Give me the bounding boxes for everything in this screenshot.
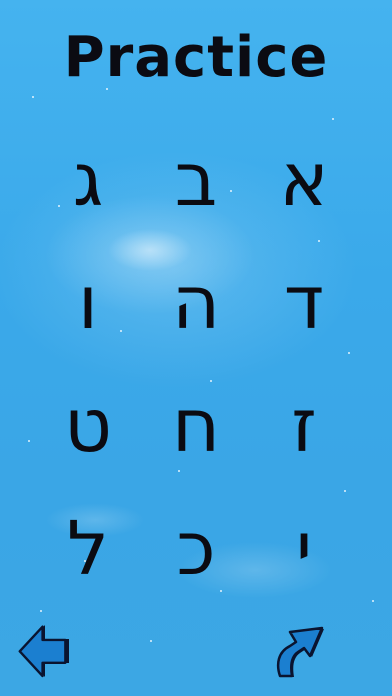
letter-tile-bet[interactable]: ב (142, 118, 250, 241)
letter-tile-dalet[interactable]: ד (250, 241, 358, 364)
letter-tile-gimel[interactable]: ג (34, 118, 142, 241)
letter-tile-he[interactable]: ה (142, 241, 250, 364)
back-button[interactable] (15, 620, 71, 680)
curved-forward-arrow-icon (276, 626, 324, 678)
forward-button[interactable] (270, 620, 326, 680)
letter-tile-vav[interactable]: ו (34, 241, 142, 364)
left-arrow-icon (18, 625, 69, 678)
letter-tile-lamed[interactable]: ל (34, 487, 142, 610)
letter-tile-kaf[interactable]: כ (142, 487, 250, 610)
letter-tile-alef[interactable]: א (250, 118, 358, 241)
letter-tile-zayin[interactable]: ז (250, 364, 358, 487)
letter-tile-yod[interactable]: י (250, 487, 358, 610)
letter-grid: א ב ג ד ה ו ז ח ט י כ ל (0, 118, 392, 610)
letter-tile-tet[interactable]: ט (34, 364, 142, 487)
page-title: Practice (63, 25, 329, 90)
letter-tile-het[interactable]: ח (142, 364, 250, 487)
